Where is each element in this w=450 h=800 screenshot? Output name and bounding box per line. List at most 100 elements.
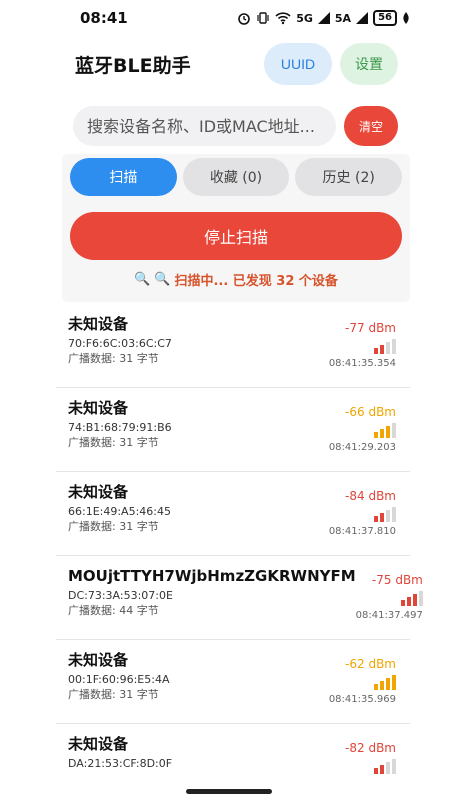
rssi-value: -62 dBm [345, 657, 396, 671]
device-info: 未知设备 66:1E:49:A5:46:45 广播数据: 31 字节 [68, 482, 171, 555]
device-signal-info: -84 dBm 08:41:37.810 [329, 482, 396, 555]
signal-bar [374, 516, 378, 522]
device-card[interactable]: MOUjtTTYH7WjbHmzZGKRWNYFM DC:73:3A:53:07… [56, 556, 423, 640]
signal-bar [380, 429, 384, 438]
scan-status-text: 扫描中... 已发现 32 个设备 [174, 273, 338, 289]
settings-button[interactable]: 设置 [340, 43, 398, 85]
device-signal-info: -75 dBm 08:41:37.497 [356, 566, 423, 639]
uuid-button[interactable]: UUID [264, 43, 332, 85]
device-card[interactable]: 未知设备 00:1F:60:96:E5:4A 广播数据: 31 字节 -62 d… [56, 640, 410, 724]
device-signal-info: -66 dBm 08:41:29.203 [329, 398, 396, 471]
device-mac: 00:1F:60:96:E5:4A [68, 673, 170, 686]
magnifier-icon: 🔍 [134, 271, 151, 287]
device-mac: 70:F6:6C:03:6C:C7 [68, 337, 172, 350]
header-actions: UUID 设置 [264, 43, 398, 85]
device-adv-data: 广播数据: 44 字节 [68, 604, 159, 617]
vibrate-icon [256, 11, 270, 25]
device-signal-info: -82 dBm [345, 734, 396, 800]
device-name: 未知设备 [68, 483, 129, 501]
rssi-value: -75 dBm [371, 573, 423, 587]
tab-scan[interactable]: 扫描 [70, 158, 177, 196]
status-time: 08:41 [80, 9, 128, 27]
app-header: 蓝牙BLE助手 UUID 设置 [0, 36, 450, 92]
tab-favorites[interactable]: 收藏 (0) [182, 158, 290, 196]
device-name: 未知设备 [68, 735, 129, 753]
signal-bar [418, 591, 423, 606]
device-name: 未知设备 [68, 399, 129, 417]
device-signal-info: -77 dBm 08:41:35.354 [329, 314, 396, 387]
device-mac: 74:B1:68:79:91:B6 [68, 421, 172, 434]
clear-button[interactable]: 清空 [344, 106, 398, 146]
alarm-icon [237, 11, 251, 25]
device-adv-data: 广播数据: 31 字节 [68, 352, 159, 365]
signal-strength-icon [374, 338, 396, 354]
signal-bar [380, 681, 384, 690]
rssi-value: -77 dBm [345, 321, 396, 335]
leaf-icon [402, 12, 410, 24]
signal-bar [392, 507, 396, 522]
tab-history[interactable]: 历史 (2) [295, 158, 403, 196]
signal-strength-icon [400, 590, 423, 606]
signal-bar [380, 513, 384, 522]
last-seen-time: 08:41:37.810 [328, 526, 396, 537]
device-adv-data: 广播数据: 31 字节 [68, 436, 159, 449]
device-mac: 66:1E:49:A5:46:45 [68, 505, 171, 518]
signal-bar [374, 432, 378, 438]
signal-icon-2 [356, 12, 369, 24]
last-seen-time: 08:41:35.969 [328, 694, 396, 705]
last-seen-time: 08:41:35.354 [328, 358, 396, 369]
device-info: 未知设备 74:B1:68:79:91:B6 广播数据: 31 字节 [68, 398, 172, 471]
device-card[interactable]: 未知设备 70:F6:6C:03:6C:C7 广播数据: 31 字节 -77 d… [56, 304, 410, 388]
network-label-1: 5G [296, 11, 313, 25]
status-icons: 5G 5A 56 [237, 10, 410, 26]
signal-bar [386, 510, 390, 522]
signal-strength-icon [374, 422, 396, 438]
device-card[interactable]: 未知设备 66:1E:49:A5:46:45 广播数据: 31 字节 -84 d… [56, 472, 410, 556]
device-list: 未知设备 70:F6:6C:03:6C:C7 广播数据: 31 字节 -77 d… [56, 304, 423, 800]
device-name: 未知设备 [68, 315, 129, 333]
signal-bar [374, 348, 378, 354]
device-name: MOUjtTTYH7WjbHmzZGKRWNYFM [68, 567, 356, 585]
signal-strength-icon [374, 758, 396, 774]
scan-status: 🔍 🔍 扫描中... 已发现 32 个设备 [70, 268, 402, 290]
signal-bar [412, 594, 417, 606]
device-card[interactable]: 未知设备 74:B1:68:79:91:B6 广播数据: 31 字节 -66 d… [56, 388, 410, 472]
scan-control-panel: 扫描 收藏 (0) 历史 (2) 停止扫描 🔍 🔍 扫描中... 已发现 32 … [62, 154, 410, 302]
battery-indicator: 56 [373, 10, 397, 26]
home-indicator[interactable] [186, 789, 272, 794]
signal-strength-icon [374, 506, 396, 522]
signal-bar [392, 759, 396, 774]
signal-bar [386, 426, 390, 438]
device-signal-info: -62 dBm 08:41:35.969 [329, 650, 396, 723]
signal-bar [374, 684, 378, 690]
device-info: 未知设备 00:1F:60:96:E5:4A 广播数据: 31 字节 [68, 650, 169, 723]
signal-bar [386, 678, 390, 690]
signal-bar [400, 600, 405, 606]
device-info: 未知设备 70:F6:6C:03:6C:C7 广播数据: 31 字节 [68, 314, 172, 387]
signal-bar [392, 423, 396, 438]
rssi-value: -84 dBm [345, 489, 396, 503]
signal-bar [392, 339, 396, 354]
app-title: 蓝牙BLE助手 [75, 54, 191, 77]
device-info: 未知设备 DA:21:53:CF:8D:0F [68, 734, 172, 800]
signal-bar [380, 765, 384, 774]
network-label-2: 5A [334, 11, 352, 25]
device-name: 未知设备 [68, 651, 129, 669]
signal-strength-icon [374, 674, 396, 690]
search-input[interactable] [73, 106, 336, 146]
signal-bar [392, 675, 396, 690]
stop-scan-button[interactable]: 停止扫描 [70, 212, 402, 260]
signal-icon [317, 12, 330, 24]
search-row: 清空 [0, 98, 450, 154]
last-seen-time: 08:41:37.497 [355, 610, 423, 621]
rssi-value: -82 dBm [345, 741, 396, 755]
device-adv-data: 广播数据: 31 字节 [68, 688, 159, 701]
wifi-icon [275, 11, 291, 25]
device-info: MOUjtTTYH7WjbHmzZGKRWNYFM DC:73:3A:53:07… [68, 566, 356, 639]
tab-bar: 扫描 收藏 (0) 历史 (2) [70, 156, 403, 198]
device-adv-data: 广播数据: 31 字节 [68, 520, 159, 533]
device-mac: DA:21:53:CF:8D:0F [68, 757, 173, 770]
signal-bar [380, 345, 384, 354]
magnifier-icon-2: 🔍 [154, 271, 171, 287]
signal-bar [386, 762, 390, 774]
